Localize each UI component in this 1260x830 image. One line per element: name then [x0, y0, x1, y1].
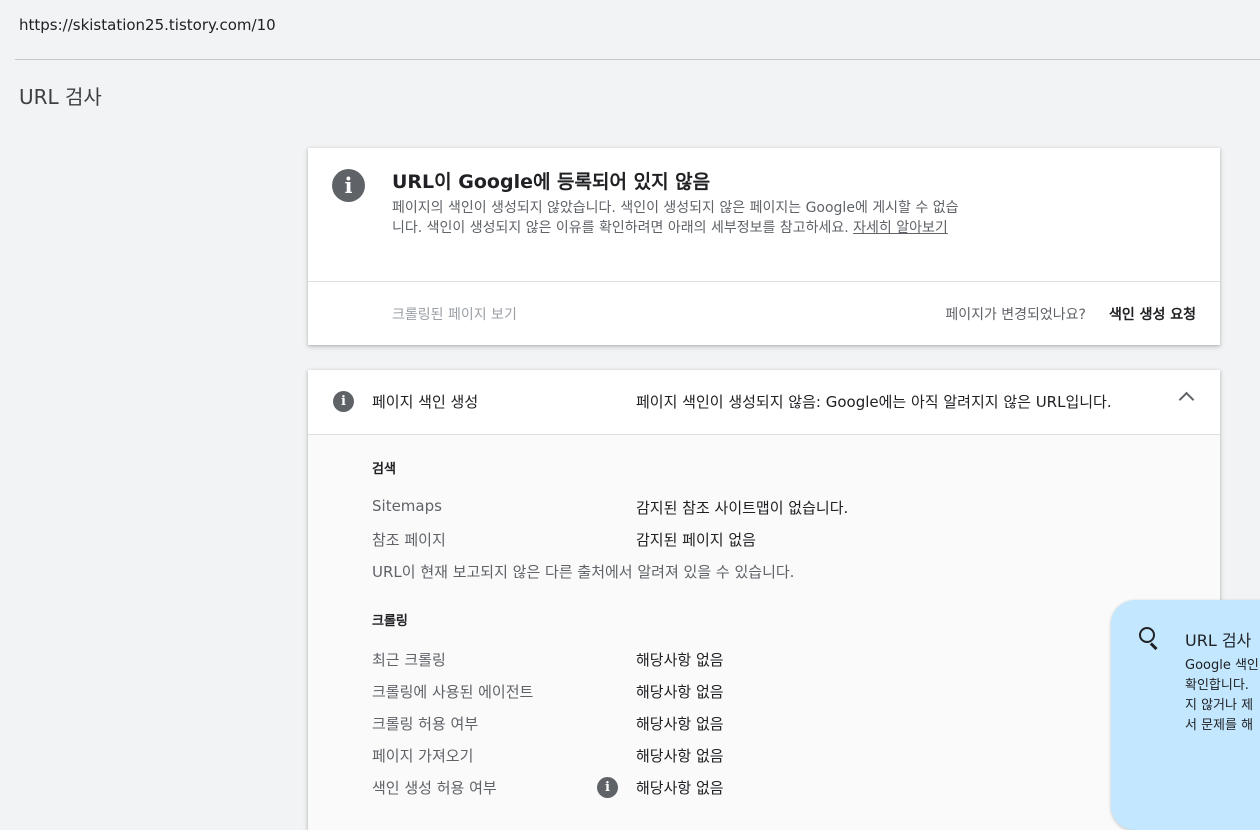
search-icon	[1139, 627, 1155, 643]
referring-page-value: 감지된 페이지 없음	[636, 531, 756, 549]
discovery-note: URL이 현재 보고되지 않은 다른 출처에서 알려져 있을 수 있습니다.	[372, 563, 795, 581]
chevron-up-icon[interactable]	[1178, 391, 1195, 408]
crawl-section-title: 크롤링	[372, 614, 408, 629]
last-crawl-value: 해당사항 없음	[636, 651, 724, 669]
referring-page-label: 참조 페이지	[372, 531, 446, 549]
page-indexing-header[interactable]: i 페이지 색인 생성 페이지 색인이 생성되지 않음: Google에는 아직…	[308, 370, 1220, 435]
tip-line: 지 않거나 제	[1185, 698, 1254, 713]
last-crawl-label: 최근 크롤링	[372, 651, 446, 669]
status-card: i URL이 Google에 등록되어 있지 않음 페이지의 색인이 생성되지 …	[308, 148, 1220, 345]
inspected-url: https://skistation25.tistory.com/10	[19, 16, 276, 34]
page-changed-question: 페이지가 변경되었나요?	[945, 307, 1086, 323]
info-icon[interactable]: i	[597, 777, 618, 798]
status-description: 페이지의 색인이 생성되지 않았습니다. 색인이 생성되지 않은 페이지는 Go…	[392, 198, 962, 238]
request-indexing-button[interactable]: 색인 생성 요청	[1109, 304, 1196, 324]
page-indexing-card: i 페이지 색인 생성 페이지 색인이 생성되지 않음: Google에는 아직…	[308, 370, 1220, 830]
url-inspection-tip-panel[interactable]: URL 검사 Google 색인 확인합니다. 지 않거나 제 서 문제를 해	[1111, 600, 1260, 830]
page-title: URL 검사	[19, 85, 102, 109]
view-crawled-page-button[interactable]: 크롤링된 페이지 보기	[392, 304, 517, 324]
discovery-section-title: 검색	[372, 462, 396, 477]
tip-line: Google 색인	[1185, 658, 1259, 673]
indexing-allowed-value: 해당사항 없음	[636, 779, 724, 797]
status-title: URL이 Google에 등록되어 있지 않음	[392, 171, 711, 193]
crawl-allowed-value: 해당사항 없음	[636, 715, 724, 733]
page-fetch-label: 페이지 가져오기	[372, 747, 474, 765]
sitemaps-value: 감지된 참조 사이트맵이 없습니다.	[636, 499, 849, 517]
tip-body: Google 색인 확인합니다. 지 않거나 제 서 문제를 해	[1185, 656, 1260, 736]
info-icon: i	[333, 391, 354, 412]
crawled-as-label: 크롤링에 사용된 에이전트	[372, 683, 534, 701]
page-indexing-status: 페이지 색인이 생성되지 않음: Google에는 아직 알려지지 않은 URL…	[636, 393, 1112, 411]
learn-more-link[interactable]: 자세히 알아보기	[853, 220, 948, 236]
header-divider	[15, 59, 1260, 60]
info-icon: i	[332, 169, 365, 202]
page-indexing-label: 페이지 색인 생성	[372, 393, 479, 411]
crawled-as-value: 해당사항 없음	[636, 683, 724, 701]
sitemaps-label: Sitemaps	[372, 497, 442, 515]
indexing-allowed-label: 색인 생성 허용 여부	[372, 779, 497, 797]
crawl-allowed-label: 크롤링 허용 여부	[372, 715, 479, 733]
card-divider	[308, 281, 1220, 282]
tip-line: 확인합니다.	[1185, 678, 1249, 693]
tip-title: URL 검사	[1185, 631, 1252, 650]
page-fetch-value: 해당사항 없음	[636, 747, 724, 765]
tip-line: 서 문제를 해	[1185, 718, 1254, 733]
